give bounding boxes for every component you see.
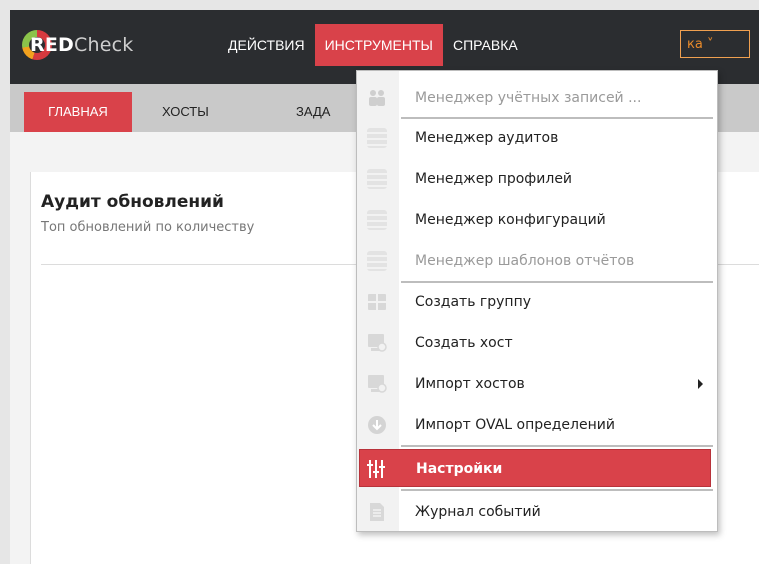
menu-actions[interactable]: ДЕЙСТВИЯ: [218, 24, 315, 66]
tools-dropdown: Менеджер учётных записей ... Менеджер ау…: [356, 70, 718, 532]
menu-separator: [401, 445, 713, 447]
download-icon: [367, 415, 387, 435]
menu-item-event-log[interactable]: Журнал событий: [357, 493, 717, 531]
menu-item-create-group[interactable]: Создать группу: [357, 283, 717, 321]
menu-item-create-host[interactable]: Создать хост: [357, 324, 717, 362]
database-icon: [367, 251, 387, 271]
logo-text: REDCheck: [30, 34, 134, 56]
document-icon: [367, 502, 387, 522]
tab-home[interactable]: ГЛАВНАЯ: [24, 92, 132, 132]
redcheck-logo[interactable]: REDCheck: [22, 28, 133, 62]
menu-separator: [401, 489, 713, 491]
import-host-icon: [367, 374, 387, 394]
database-icon: [367, 169, 387, 189]
menu-item-report-templates-manager[interactable]: Менеджер шаблонов отчётов: [357, 242, 717, 280]
database-icon: [367, 210, 387, 230]
group-icon: [367, 292, 387, 312]
submenu-arrow-icon: [698, 379, 703, 389]
menu-help[interactable]: СПРАВКА: [443, 24, 528, 66]
card-subtitle: Топ обновлений по количеству: [41, 220, 255, 235]
menu-item-accounts-manager[interactable]: Менеджер учётных записей ...: [357, 79, 717, 117]
menu-item-settings[interactable]: Настройки: [359, 449, 711, 487]
database-icon: [367, 128, 387, 148]
menu-item-audits-manager[interactable]: Менеджер аудитов: [357, 119, 717, 157]
tab-hosts[interactable]: ХОСТЫ: [162, 92, 209, 132]
sliders-icon: [366, 459, 386, 479]
menu-tools[interactable]: ИНСТРУМЕНТЫ: [314, 24, 443, 66]
add-host-icon: [367, 333, 387, 353]
menu-item-profiles-manager[interactable]: Менеджер профилей: [357, 160, 717, 198]
menu-item-import-hosts[interactable]: Импорт хостов: [357, 365, 717, 403]
card-filter-button[interactable]: ка ˅: [680, 30, 750, 58]
tab-tasks[interactable]: ЗАДА: [296, 92, 330, 132]
menu-item-import-oval[interactable]: Импорт OVAL определений: [357, 406, 717, 444]
users-icon: [367, 88, 387, 108]
menu-item-configurations-manager[interactable]: Менеджер конфигураций: [357, 201, 717, 239]
main-menu: ДЕЙСТВИЯ ИНСТРУМЕНТЫ СПРАВКА: [218, 24, 528, 66]
card-title: Аудит обновлений: [41, 192, 224, 212]
